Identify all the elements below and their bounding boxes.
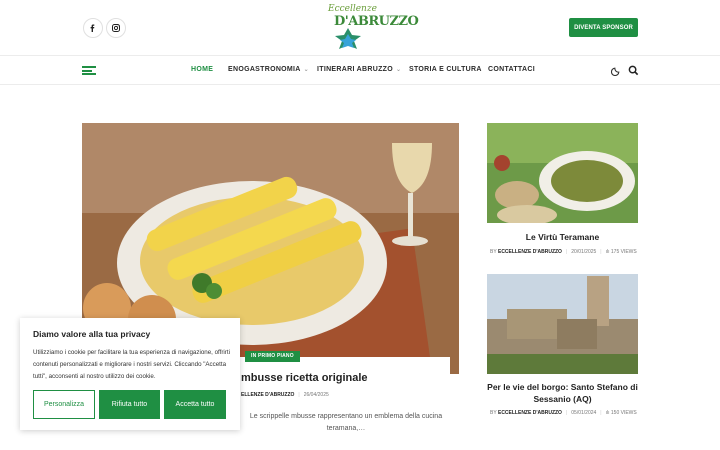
reject-all-button[interactable]: Rifiuta tutto xyxy=(99,390,160,419)
post-date: 05/01/2024 xyxy=(571,410,597,416)
hero-author[interactable]: ELLENZE D'ABRUZZO xyxy=(241,392,294,398)
facebook-link[interactable] xyxy=(83,18,103,38)
instagram-icon xyxy=(112,24,120,32)
dark-mode-icon[interactable] xyxy=(611,65,622,76)
site-logo[interactable]: Eccellenze D'ABRUZZO xyxy=(328,4,419,50)
chevron-down-icon: ⌄ xyxy=(303,67,309,73)
hero-excerpt: Le scrippelle mbusse rappresentano un em… xyxy=(249,413,443,432)
nav-label: STORIA E CULTURA xyxy=(409,66,482,73)
views-icon: ılı xyxy=(605,410,610,416)
nav-item-storia[interactable]: STORIA E CULTURA xyxy=(409,66,482,73)
menu-toggle-icon[interactable] xyxy=(82,66,96,75)
search-icon[interactable] xyxy=(628,65,639,76)
side-post-meta: BY ECCELLENZE D'ABRUZZO | 05/01/2024 | ılı 1… xyxy=(490,410,637,416)
hero-title[interactable]: mbusse ricetta originale xyxy=(241,372,368,384)
main-nav: HOME ENOGASTRONOMIA ⌄ ITINERARI ABRUZZO ⌄ … xyxy=(0,56,720,85)
hero-meta: ELLENZE D'ABRUZZO | 26/04/2025 xyxy=(241,392,329,398)
view-count: 150 VIEWS xyxy=(610,410,637,416)
customize-button[interactable]: Personalizza xyxy=(33,390,95,419)
cookie-consent-dialog: Diamo valore alla tua privacy Utilizziam… xyxy=(20,318,240,430)
cookie-text: Utilizziamo i cookie per facilitare la t… xyxy=(33,349,230,380)
author-link[interactable]: ECCELLENZE D'ABRUZZO xyxy=(498,410,562,416)
nav-item-itinerari[interactable]: ITINERARI ABRUZZO ⌄ xyxy=(317,66,401,73)
become-sponsor-button[interactable]: DIVENTA SPONSOR xyxy=(569,18,638,37)
nav-label: ENOGASTRONOMIA xyxy=(228,66,301,73)
views-icon: ılı xyxy=(605,249,610,255)
nav-label: CONTATTACI xyxy=(488,66,535,73)
site-header: Eccellenze D'ABRUZZO DIVENTA SPONSOR xyxy=(0,0,720,56)
side-post-title[interactable]: Per le vie del borgo: Santo Stefano di S… xyxy=(487,381,638,405)
cookie-title: Diamo valore alla tua privacy xyxy=(33,329,151,339)
nav-label: ITINERARI ABRUZZO xyxy=(317,66,394,73)
logo-star-icon xyxy=(335,28,361,49)
side-post-image[interactable] xyxy=(487,123,638,223)
nav-label: HOME xyxy=(191,66,214,73)
logo-wordmark: D'ABRUZZO xyxy=(334,14,419,29)
nav-item-enogastronomia[interactable]: ENOGASTRONOMIA ⌄ xyxy=(228,66,309,73)
side-post-image[interactable] xyxy=(487,274,638,374)
post-date: 20/01/2025 xyxy=(571,249,597,255)
nav-item-home[interactable]: HOME xyxy=(191,66,213,73)
instagram-link[interactable] xyxy=(106,18,126,38)
facebook-icon xyxy=(90,24,95,32)
side-post-meta: BY ECCELLENZE D'ABRUZZO | 20/01/2025 | ılı 1… xyxy=(490,249,637,255)
by-label: BY xyxy=(490,410,497,416)
logo-script: Eccellenze xyxy=(328,4,377,14)
nav-item-contattaci[interactable]: CONTATTACI xyxy=(488,66,535,73)
chevron-down-icon: ⌄ xyxy=(396,67,402,73)
accept-all-button[interactable]: Accetta tutto xyxy=(164,390,226,419)
side-post-title[interactable]: Le Virtù Teramane xyxy=(487,231,638,243)
view-count: 175 VIEWS xyxy=(610,249,637,255)
category-badge[interactable]: IN PRIMO PIANO xyxy=(245,351,300,362)
hero-date: 26/04/2025 xyxy=(303,392,329,398)
by-label: BY xyxy=(490,249,497,255)
author-link[interactable]: ECCELLENZE D'ABRUZZO xyxy=(498,249,562,255)
